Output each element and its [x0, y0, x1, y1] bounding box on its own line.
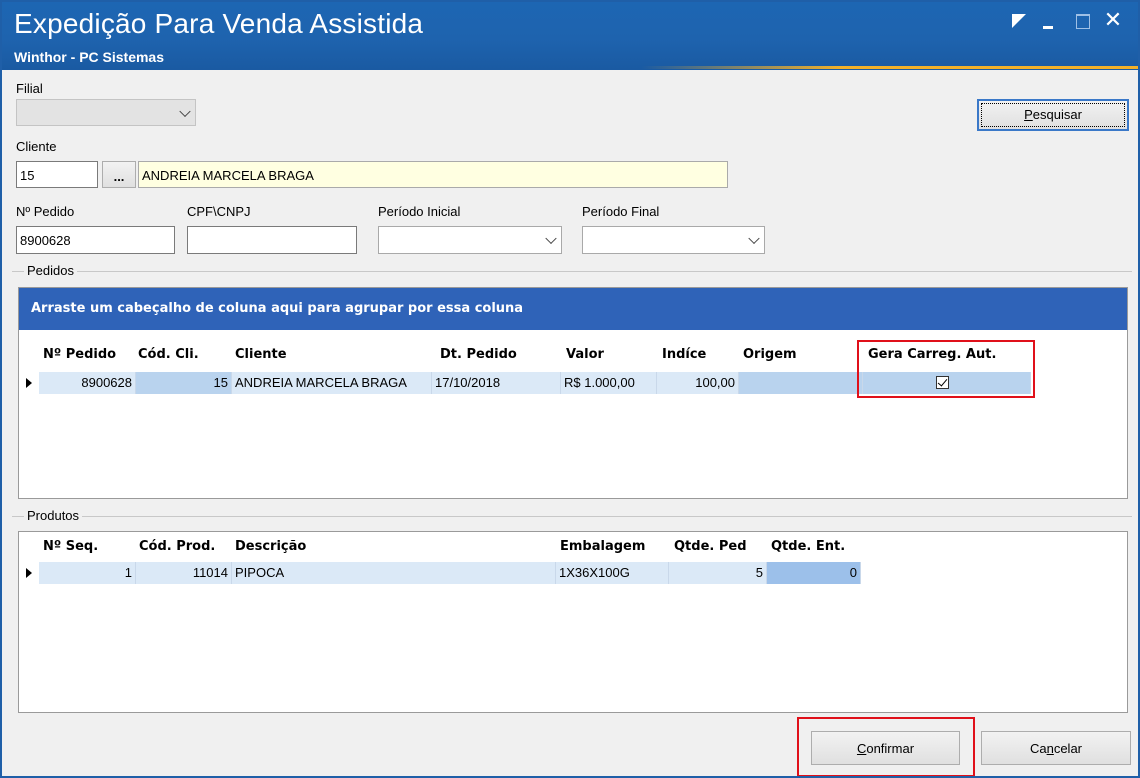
close-icon: ✕ — [1103, 8, 1123, 33]
produtos-grid: Nº Seq. Cód. Prod. Descrição Embalagem Q… — [18, 531, 1128, 713]
cell-cod-cli[interactable]: 15 — [136, 372, 232, 394]
col-header-embalagem[interactable]: Embalagem — [560, 539, 645, 554]
col-header-pedido[interactable]: Nº Pedido — [43, 347, 116, 362]
cliente-label: Cliente — [16, 139, 57, 154]
close-button[interactable]: ✕ — [1102, 10, 1124, 32]
col-header-dt-pedido[interactable]: Dt. Pedido — [440, 347, 517, 362]
cell-qtde-ped[interactable]: 5 — [669, 562, 767, 584]
cell-qtde-ent[interactable]: 0 — [767, 562, 861, 584]
chevron-down-icon — [545, 232, 557, 245]
col-header-seq[interactable]: Nº Seq. — [43, 539, 98, 554]
col-header-cod-cli[interactable]: Cód. Cli. — [138, 347, 199, 362]
periodo-inicial-select[interactable] — [378, 226, 562, 254]
maximize-button[interactable] — [1072, 10, 1094, 32]
col-header-qtde-ped[interactable]: Qtde. Ped — [674, 539, 747, 554]
search-button[interactable]: Pesquisar — [977, 99, 1129, 131]
cell-dt-pedido[interactable]: 17/10/2018 — [432, 372, 561, 394]
cell-valor[interactable]: R$ 1.000,00 — [561, 372, 657, 394]
chevron-down-icon — [179, 105, 191, 117]
periodo-final-select[interactable] — [582, 226, 765, 254]
cell-cliente[interactable]: ANDREIA MARCELA BRAGA — [232, 372, 432, 394]
cell-cod-prod[interactable]: 11014 — [136, 562, 232, 584]
cliente-code-input[interactable]: 15 — [16, 161, 98, 188]
window-title: Expedição Para Venda Assistida — [14, 8, 424, 39]
cliente-lookup-button[interactable]: ... — [102, 161, 136, 188]
pedido-label: Nº Pedido — [16, 204, 75, 219]
col-header-indice[interactable]: Indíce — [662, 347, 706, 362]
cell-origem[interactable] — [739, 372, 863, 394]
col-header-descricao[interactable]: Descrição — [235, 539, 306, 554]
cancel-button-label-start: Ca — [1029, 741, 1047, 756]
col-header-cod-prod[interactable]: Cód. Prod. — [139, 539, 215, 554]
col-header-qtde-ent[interactable]: Qtde. Ent. — [771, 539, 845, 554]
periodo-inicial-label: Período Inicial — [378, 204, 461, 219]
app-window: Expedição Para Venda Assistida Winthor -… — [0, 0, 1140, 778]
minimize-icon — [1043, 26, 1053, 29]
cancel-button-accel: n — [1046, 741, 1054, 756]
cancel-button-label-end: celar — [1053, 741, 1083, 756]
cell-pedido[interactable]: 8900628 — [39, 372, 136, 394]
produtos-group-label: Produtos — [24, 508, 83, 523]
row-indicator-icon — [26, 568, 32, 578]
title-bar[interactable]: Expedição Para Venda Assistida Winthor -… — [2, 2, 1138, 70]
periodo-final-label: Período Final — [582, 204, 660, 219]
cancel-button[interactable]: Cancelar — [981, 731, 1131, 765]
highlight-gera-carreg — [857, 340, 1035, 398]
minimize-button[interactable] — [1038, 10, 1060, 32]
title-accent-stripe — [642, 66, 1138, 69]
cell-seq[interactable]: 1 — [39, 562, 136, 584]
filial-select[interactable] — [16, 99, 196, 126]
chevron-down-icon — [748, 232, 760, 245]
window-subtitle: Winthor - PC Sistemas — [14, 49, 165, 65]
row-indicator-icon — [26, 378, 32, 388]
cell-embalagem[interactable]: 1X36X100G — [556, 562, 669, 584]
col-header-origem[interactable]: Origem — [743, 347, 797, 362]
pedidos-group-border — [12, 271, 1132, 272]
restore-icon[interactable] — [1008, 10, 1030, 32]
col-header-cliente[interactable]: Cliente — [235, 347, 287, 362]
maximize-icon — [1076, 14, 1090, 29]
produtos-group-border — [12, 516, 1132, 517]
group-by-band[interactable]: Arraste um cabeçalho de coluna aqui para… — [19, 288, 1127, 330]
cell-descricao[interactable]: PIPOCA — [232, 562, 556, 584]
highlight-confirm — [797, 717, 975, 776]
cpf-label: CPF\CNPJ — [187, 204, 251, 219]
cell-indice[interactable]: 100,00 — [657, 372, 739, 394]
focus-rectangle — [981, 103, 1125, 127]
filial-label: Filial — [16, 81, 43, 96]
pedidos-group-label: Pedidos — [24, 263, 77, 278]
cpf-input[interactable] — [187, 226, 357, 254]
cliente-name-field: ANDREIA MARCELA BRAGA — [138, 161, 728, 188]
pedido-input[interactable]: 8900628 — [16, 226, 175, 254]
col-header-valor[interactable]: Valor — [566, 347, 604, 362]
